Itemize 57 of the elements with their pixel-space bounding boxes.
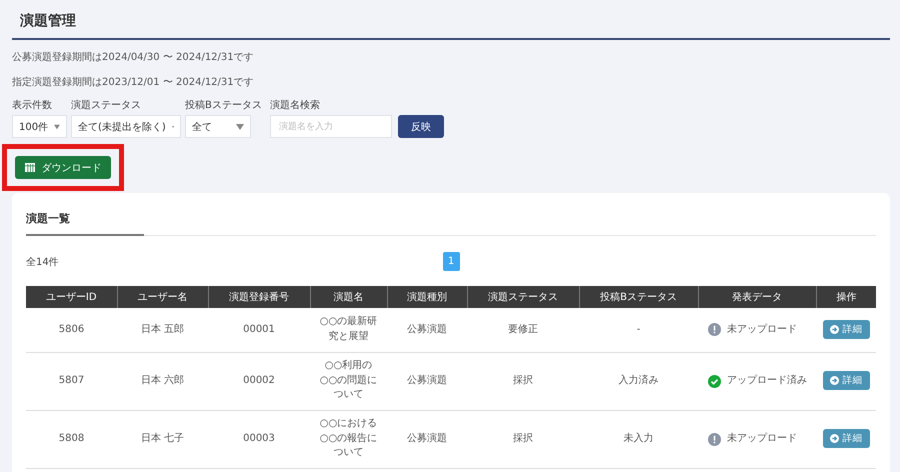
upload-status: アップロード済み — [727, 374, 807, 388]
column-header: ユーザー名 — [117, 286, 208, 308]
column-header: 演題名 — [310, 286, 387, 308]
filter-label: 表示件数 — [12, 98, 53, 112]
table-cell: 00002 — [208, 352, 310, 410]
table-cell: 5806 — [26, 308, 117, 352]
table-cell: 日本 六郎 — [117, 352, 208, 410]
arrow-circle-icon — [830, 434, 838, 444]
caret-icon — [54, 124, 60, 130]
arrow-circle-icon — [830, 325, 838, 334]
upload-status: 未アップロード — [727, 432, 797, 446]
table-cell: 採択 — [467, 410, 579, 468]
table-cell: ○○における○○の報告について — [310, 410, 387, 468]
filter-select[interactable]: 全て — [185, 115, 251, 138]
column-header: 演題種別 — [387, 286, 467, 308]
filter-label: 投稿Bステータス — [185, 98, 262, 112]
detail-button[interactable]: 詳細 — [822, 371, 870, 390]
caret-icon — [236, 124, 244, 130]
column-header: 操作 — [816, 286, 876, 308]
filter-select[interactable]: 全て(未提出を除く) — [71, 115, 181, 138]
table-cell: 採択 — [467, 352, 579, 410]
column-header: 投稿Bステータス — [579, 286, 698, 308]
table-cell: 公募演題 — [387, 308, 467, 352]
detail-button[interactable]: 詳細 — [822, 320, 870, 339]
arrow-circle-icon — [830, 376, 838, 386]
column-header: 演題登録番号 — [208, 286, 310, 308]
column-header: 発表データ — [698, 286, 816, 308]
table-cell: 要修正 — [467, 308, 579, 352]
table-cell: 未入力 — [579, 410, 698, 468]
table-cell: 5808 — [26, 410, 117, 468]
card-title: 演題一覧 — [26, 209, 144, 236]
table-cell: 5807 — [26, 352, 117, 410]
table-cell: 公募演題 — [387, 410, 467, 468]
filter-select[interactable]: 100件 — [12, 115, 67, 138]
apply-button[interactable]: 反映 — [398, 115, 444, 138]
detail-button[interactable]: 詳細 — [822, 429, 870, 448]
column-header: ユーザーID — [26, 286, 117, 308]
filter-label: 演題ステータス — [71, 98, 142, 112]
download-button[interactable]: ダウンロード — [15, 156, 111, 179]
table-cell: 公募演題 — [387, 352, 467, 410]
table-cell: ○○の最新研究と展望 — [310, 308, 387, 352]
total-count: 全14件 — [26, 256, 60, 268]
table-cell: ○○利用の○○の問題について — [310, 352, 387, 410]
column-header: 演題ステータス — [467, 286, 579, 308]
period-notice: 指定演題登録期間は2023/12/01 〜 2024/12/31です — [12, 76, 255, 90]
upload-status: 未アップロード — [727, 322, 797, 336]
table-icon — [24, 163, 34, 172]
table-cell: - — [579, 308, 698, 352]
search-field[interactable]: 演題名を入力 — [270, 115, 392, 138]
table-cell: 00001 — [208, 308, 310, 352]
table-cell: 00003 — [208, 410, 310, 468]
period-notice: 公募演題登録期間は2024/04/30 〜 2024/12/31です — [12, 50, 255, 65]
table-cell: 入力済み — [579, 352, 698, 410]
filter-label: 演題名検索 — [270, 98, 321, 112]
table-cell: 日本 七子 — [117, 410, 208, 468]
page-title: 演題管理 — [12, 10, 890, 40]
table-cell: 日本 五郎 — [117, 308, 208, 352]
